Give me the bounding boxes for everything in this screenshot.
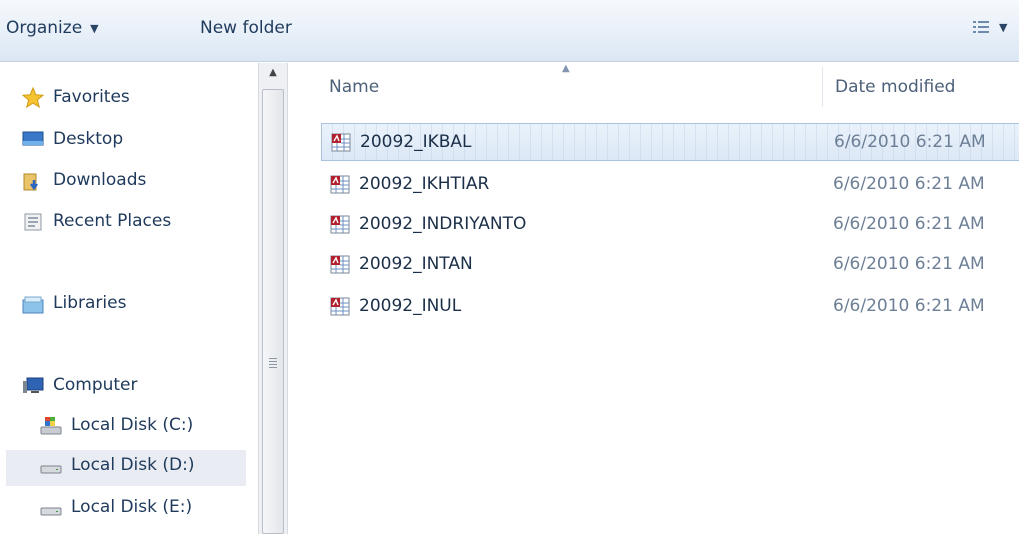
file-row[interactable]: 20092_INTAN 6/6/2010 6:21 AM — [321, 245, 1019, 283]
chevron-down-icon: ▼ — [999, 20, 1008, 34]
nav-item-local-disk-e[interactable]: Local Disk (E:) — [40, 497, 192, 517]
nav-item-recent-places[interactable]: Recent Places — [22, 211, 171, 231]
libraries-icon — [22, 293, 44, 314]
downloads-folder-icon — [22, 170, 44, 191]
chevron-down-icon: ▼ — [90, 21, 99, 35]
access-database-icon — [329, 173, 351, 195]
nav-label: Desktop — [53, 129, 124, 149]
access-database-icon — [329, 253, 351, 275]
file-row[interactable]: 20092_INDRIYANTO 6/6/2010 6:21 AM — [321, 205, 1019, 243]
file-list: ▲ Name Date modified 20092_IKBAL 6/6/201… — [289, 63, 1019, 534]
file-row[interactable]: 20092_IKBAL 6/6/2010 6:21 AM — [321, 123, 1019, 161]
sort-ascending-icon: ▲ — [562, 63, 570, 74]
file-name: 20092_INDRIYANTO — [359, 214, 527, 234]
nav-label: Local Disk (D:) — [71, 455, 195, 475]
file-name: 20092_INTAN — [359, 254, 473, 274]
system-drive-icon — [40, 415, 62, 435]
star-icon — [21, 86, 45, 109]
nav-item-desktop[interactable]: Desktop — [22, 129, 123, 149]
computer-icon — [22, 375, 44, 395]
file-date: 6/6/2010 6:21 AM — [833, 296, 985, 316]
nav-item-downloads[interactable]: Downloads — [22, 170, 147, 191]
access-database-icon — [329, 295, 351, 317]
file-date: 6/6/2010 6:21 AM — [833, 174, 985, 194]
nav-label: Local Disk (C:) — [71, 415, 194, 435]
scroll-up-arrow-icon[interactable]: ▲ — [262, 67, 284, 87]
nav-label: Libraries — [53, 293, 127, 313]
file-name: 20092_IKBAL — [360, 132, 472, 152]
change-view-button[interactable]: ▼ — [973, 20, 1007, 34]
scrollbar-thumb[interactable] — [262, 89, 284, 534]
grip-icon — [269, 358, 277, 370]
file-row[interactable]: 20092_INUL 6/6/2010 6:21 AM — [321, 287, 1019, 325]
view-details-icon — [973, 20, 989, 34]
drive-icon — [40, 497, 62, 517]
file-date: 6/6/2010 6:21 AM — [833, 254, 985, 274]
nav-item-computer[interactable]: Computer — [22, 375, 138, 395]
desktop-icon — [22, 129, 44, 149]
column-header-name[interactable]: Name — [329, 63, 379, 111]
access-database-icon — [329, 213, 351, 235]
new-folder-label: New folder — [200, 18, 292, 38]
column-divider[interactable] — [822, 67, 823, 107]
file-row[interactable]: 20092_IKHTIAR 6/6/2010 6:21 AM — [321, 165, 1019, 203]
organize-label: Organize — [6, 18, 83, 38]
command-toolbar: Organize ▼ New folder ▼ — [0, 0, 1019, 62]
navigation-pane: Favorites Desktop Downloads Recent Place… — [0, 63, 258, 534]
drive-icon — [40, 455, 62, 475]
organize-button[interactable]: Organize ▼ — [6, 18, 99, 38]
file-name: 20092_INUL — [359, 296, 462, 316]
column-header-date-modified[interactable]: Date modified — [835, 63, 955, 111]
nav-label: Local Disk (E:) — [71, 497, 193, 517]
nav-item-local-disk-d[interactable]: Local Disk (D:) — [40, 455, 194, 475]
file-date: 6/6/2010 6:21 AM — [834, 132, 986, 152]
file-name: 20092_IKHTIAR — [359, 174, 490, 194]
recent-places-icon — [22, 211, 44, 231]
nav-item-libraries[interactable]: Libraries — [22, 293, 127, 314]
nav-item-favorites[interactable]: Favorites — [21, 86, 130, 109]
nav-label: Favorites — [53, 87, 130, 107]
nav-label: Computer — [53, 375, 138, 395]
access-database-icon — [330, 131, 352, 153]
nav-item-local-disk-c[interactable]: Local Disk (C:) — [40, 415, 193, 435]
nav-label: Downloads — [53, 170, 147, 190]
nav-label: Recent Places — [53, 211, 172, 231]
nav-scrollbar[interactable]: ▲ — [258, 63, 288, 534]
new-folder-button[interactable]: New folder — [200, 18, 292, 38]
file-date: 6/6/2010 6:21 AM — [833, 214, 985, 234]
